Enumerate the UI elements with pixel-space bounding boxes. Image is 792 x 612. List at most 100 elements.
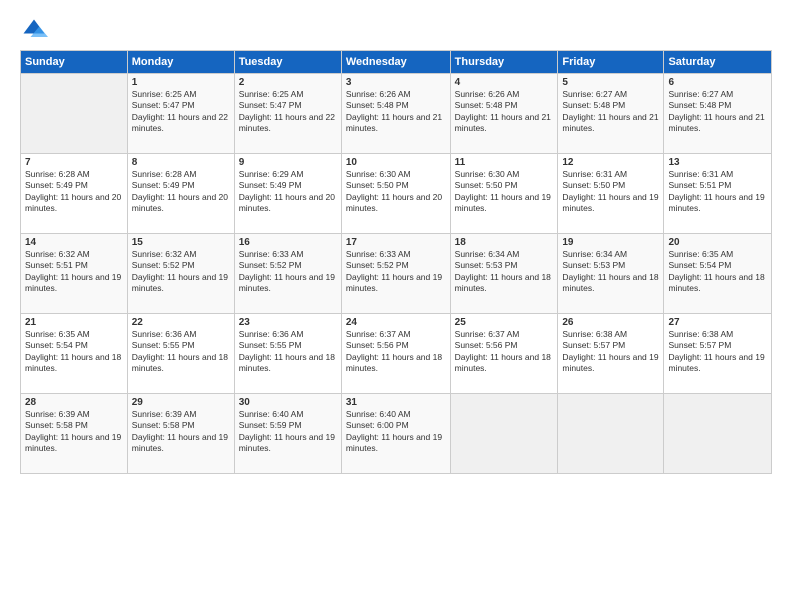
calendar-cell	[21, 74, 128, 154]
day-number: 2	[239, 77, 337, 88]
header	[20, 16, 772, 44]
weekday-header-saturday: Saturday	[664, 51, 772, 74]
day-number: 22	[132, 317, 230, 328]
sunrise-text: Sunrise: 6:33 AM	[239, 249, 337, 260]
sunrise-text: Sunrise: 6:31 AM	[562, 169, 659, 180]
sunset-text: Sunset: 5:59 PM	[239, 420, 337, 431]
day-info: Sunrise: 6:39 AMSunset: 5:58 PMDaylight:…	[25, 409, 123, 455]
day-number: 6	[668, 77, 767, 88]
daylight-text: Daylight: 11 hours and 19 minutes.	[346, 432, 446, 455]
sunset-text: Sunset: 5:58 PM	[132, 420, 230, 431]
calendar-cell	[450, 394, 558, 474]
daylight-text: Daylight: 11 hours and 19 minutes.	[239, 432, 337, 455]
day-info: Sunrise: 6:32 AMSunset: 5:51 PMDaylight:…	[25, 249, 123, 295]
day-info: Sunrise: 6:25 AMSunset: 5:47 PMDaylight:…	[239, 89, 337, 135]
day-info: Sunrise: 6:28 AMSunset: 5:49 PMDaylight:…	[25, 169, 123, 215]
day-number: 28	[25, 397, 123, 408]
sunset-text: Sunset: 5:58 PM	[25, 420, 123, 431]
day-number: 4	[455, 77, 554, 88]
daylight-text: Daylight: 11 hours and 19 minutes.	[562, 192, 659, 215]
calendar-cell: 27Sunrise: 6:38 AMSunset: 5:57 PMDayligh…	[664, 314, 772, 394]
day-number: 1	[132, 77, 230, 88]
day-number: 25	[455, 317, 554, 328]
day-info: Sunrise: 6:25 AMSunset: 5:47 PMDaylight:…	[132, 89, 230, 135]
calendar-week-4: 21Sunrise: 6:35 AMSunset: 5:54 PMDayligh…	[21, 314, 772, 394]
day-number: 23	[239, 317, 337, 328]
day-info: Sunrise: 6:40 AMSunset: 5:59 PMDaylight:…	[239, 409, 337, 455]
day-info: Sunrise: 6:31 AMSunset: 5:51 PMDaylight:…	[668, 169, 767, 215]
sunset-text: Sunset: 5:57 PM	[562, 340, 659, 351]
day-info: Sunrise: 6:34 AMSunset: 5:53 PMDaylight:…	[562, 249, 659, 295]
day-info: Sunrise: 6:32 AMSunset: 5:52 PMDaylight:…	[132, 249, 230, 295]
logo	[20, 16, 52, 44]
sunset-text: Sunset: 5:47 PM	[132, 100, 230, 111]
day-number: 19	[562, 237, 659, 248]
day-info: Sunrise: 6:40 AMSunset: 6:00 PMDaylight:…	[346, 409, 446, 455]
calendar-cell: 23Sunrise: 6:36 AMSunset: 5:55 PMDayligh…	[234, 314, 341, 394]
day-info: Sunrise: 6:35 AMSunset: 5:54 PMDaylight:…	[668, 249, 767, 295]
daylight-text: Daylight: 11 hours and 20 minutes.	[346, 192, 446, 215]
daylight-text: Daylight: 11 hours and 18 minutes.	[132, 352, 230, 375]
logo-icon	[20, 16, 48, 44]
calendar-cell: 4Sunrise: 6:26 AMSunset: 5:48 PMDaylight…	[450, 74, 558, 154]
day-number: 9	[239, 157, 337, 168]
calendar-cell: 28Sunrise: 6:39 AMSunset: 5:58 PMDayligh…	[21, 394, 128, 474]
weekday-header-sunday: Sunday	[21, 51, 128, 74]
day-number: 3	[346, 77, 446, 88]
sunset-text: Sunset: 6:00 PM	[346, 420, 446, 431]
day-info: Sunrise: 6:31 AMSunset: 5:50 PMDaylight:…	[562, 169, 659, 215]
sunrise-text: Sunrise: 6:37 AM	[346, 329, 446, 340]
calendar-week-2: 7Sunrise: 6:28 AMSunset: 5:49 PMDaylight…	[21, 154, 772, 234]
sunset-text: Sunset: 5:52 PM	[239, 260, 337, 271]
day-number: 18	[455, 237, 554, 248]
day-info: Sunrise: 6:39 AMSunset: 5:58 PMDaylight:…	[132, 409, 230, 455]
sunset-text: Sunset: 5:54 PM	[25, 340, 123, 351]
calendar-week-1: 1Sunrise: 6:25 AMSunset: 5:47 PMDaylight…	[21, 74, 772, 154]
calendar-cell: 17Sunrise: 6:33 AMSunset: 5:52 PMDayligh…	[341, 234, 450, 314]
calendar-cell: 22Sunrise: 6:36 AMSunset: 5:55 PMDayligh…	[127, 314, 234, 394]
calendar-cell: 10Sunrise: 6:30 AMSunset: 5:50 PMDayligh…	[341, 154, 450, 234]
weekday-header-tuesday: Tuesday	[234, 51, 341, 74]
day-number: 24	[346, 317, 446, 328]
calendar-cell: 20Sunrise: 6:35 AMSunset: 5:54 PMDayligh…	[664, 234, 772, 314]
sunrise-text: Sunrise: 6:29 AM	[239, 169, 337, 180]
calendar-body: 1Sunrise: 6:25 AMSunset: 5:47 PMDaylight…	[21, 74, 772, 474]
sunset-text: Sunset: 5:50 PM	[455, 180, 554, 191]
daylight-text: Daylight: 11 hours and 18 minutes.	[25, 352, 123, 375]
daylight-text: Daylight: 11 hours and 21 minutes.	[455, 112, 554, 135]
sunset-text: Sunset: 5:56 PM	[455, 340, 554, 351]
calendar-cell: 16Sunrise: 6:33 AMSunset: 5:52 PMDayligh…	[234, 234, 341, 314]
day-info: Sunrise: 6:30 AMSunset: 5:50 PMDaylight:…	[346, 169, 446, 215]
weekday-header-row: SundayMondayTuesdayWednesdayThursdayFrid…	[21, 51, 772, 74]
sunset-text: Sunset: 5:54 PM	[668, 260, 767, 271]
day-info: Sunrise: 6:26 AMSunset: 5:48 PMDaylight:…	[346, 89, 446, 135]
calendar-week-3: 14Sunrise: 6:32 AMSunset: 5:51 PMDayligh…	[21, 234, 772, 314]
sunrise-text: Sunrise: 6:34 AM	[562, 249, 659, 260]
daylight-text: Daylight: 11 hours and 21 minutes.	[346, 112, 446, 135]
daylight-text: Daylight: 11 hours and 20 minutes.	[132, 192, 230, 215]
sunrise-text: Sunrise: 6:25 AM	[239, 89, 337, 100]
weekday-header-thursday: Thursday	[450, 51, 558, 74]
calendar-cell: 26Sunrise: 6:38 AMSunset: 5:57 PMDayligh…	[558, 314, 664, 394]
day-info: Sunrise: 6:33 AMSunset: 5:52 PMDaylight:…	[239, 249, 337, 295]
sunset-text: Sunset: 5:48 PM	[562, 100, 659, 111]
daylight-text: Daylight: 11 hours and 18 minutes.	[455, 272, 554, 295]
day-number: 8	[132, 157, 230, 168]
daylight-text: Daylight: 11 hours and 19 minutes.	[132, 432, 230, 455]
day-number: 29	[132, 397, 230, 408]
day-info: Sunrise: 6:29 AMSunset: 5:49 PMDaylight:…	[239, 169, 337, 215]
day-info: Sunrise: 6:37 AMSunset: 5:56 PMDaylight:…	[455, 329, 554, 375]
calendar-cell: 9Sunrise: 6:29 AMSunset: 5:49 PMDaylight…	[234, 154, 341, 234]
day-number: 11	[455, 157, 554, 168]
sunset-text: Sunset: 5:57 PM	[668, 340, 767, 351]
calendar-cell: 12Sunrise: 6:31 AMSunset: 5:50 PMDayligh…	[558, 154, 664, 234]
sunrise-text: Sunrise: 6:35 AM	[668, 249, 767, 260]
sunrise-text: Sunrise: 6:40 AM	[239, 409, 337, 420]
calendar-cell: 5Sunrise: 6:27 AMSunset: 5:48 PMDaylight…	[558, 74, 664, 154]
day-info: Sunrise: 6:26 AMSunset: 5:48 PMDaylight:…	[455, 89, 554, 135]
day-info: Sunrise: 6:27 AMSunset: 5:48 PMDaylight:…	[668, 89, 767, 135]
sunset-text: Sunset: 5:48 PM	[455, 100, 554, 111]
calendar-cell: 24Sunrise: 6:37 AMSunset: 5:56 PMDayligh…	[341, 314, 450, 394]
daylight-text: Daylight: 11 hours and 18 minutes.	[562, 272, 659, 295]
daylight-text: Daylight: 11 hours and 19 minutes.	[25, 272, 123, 295]
